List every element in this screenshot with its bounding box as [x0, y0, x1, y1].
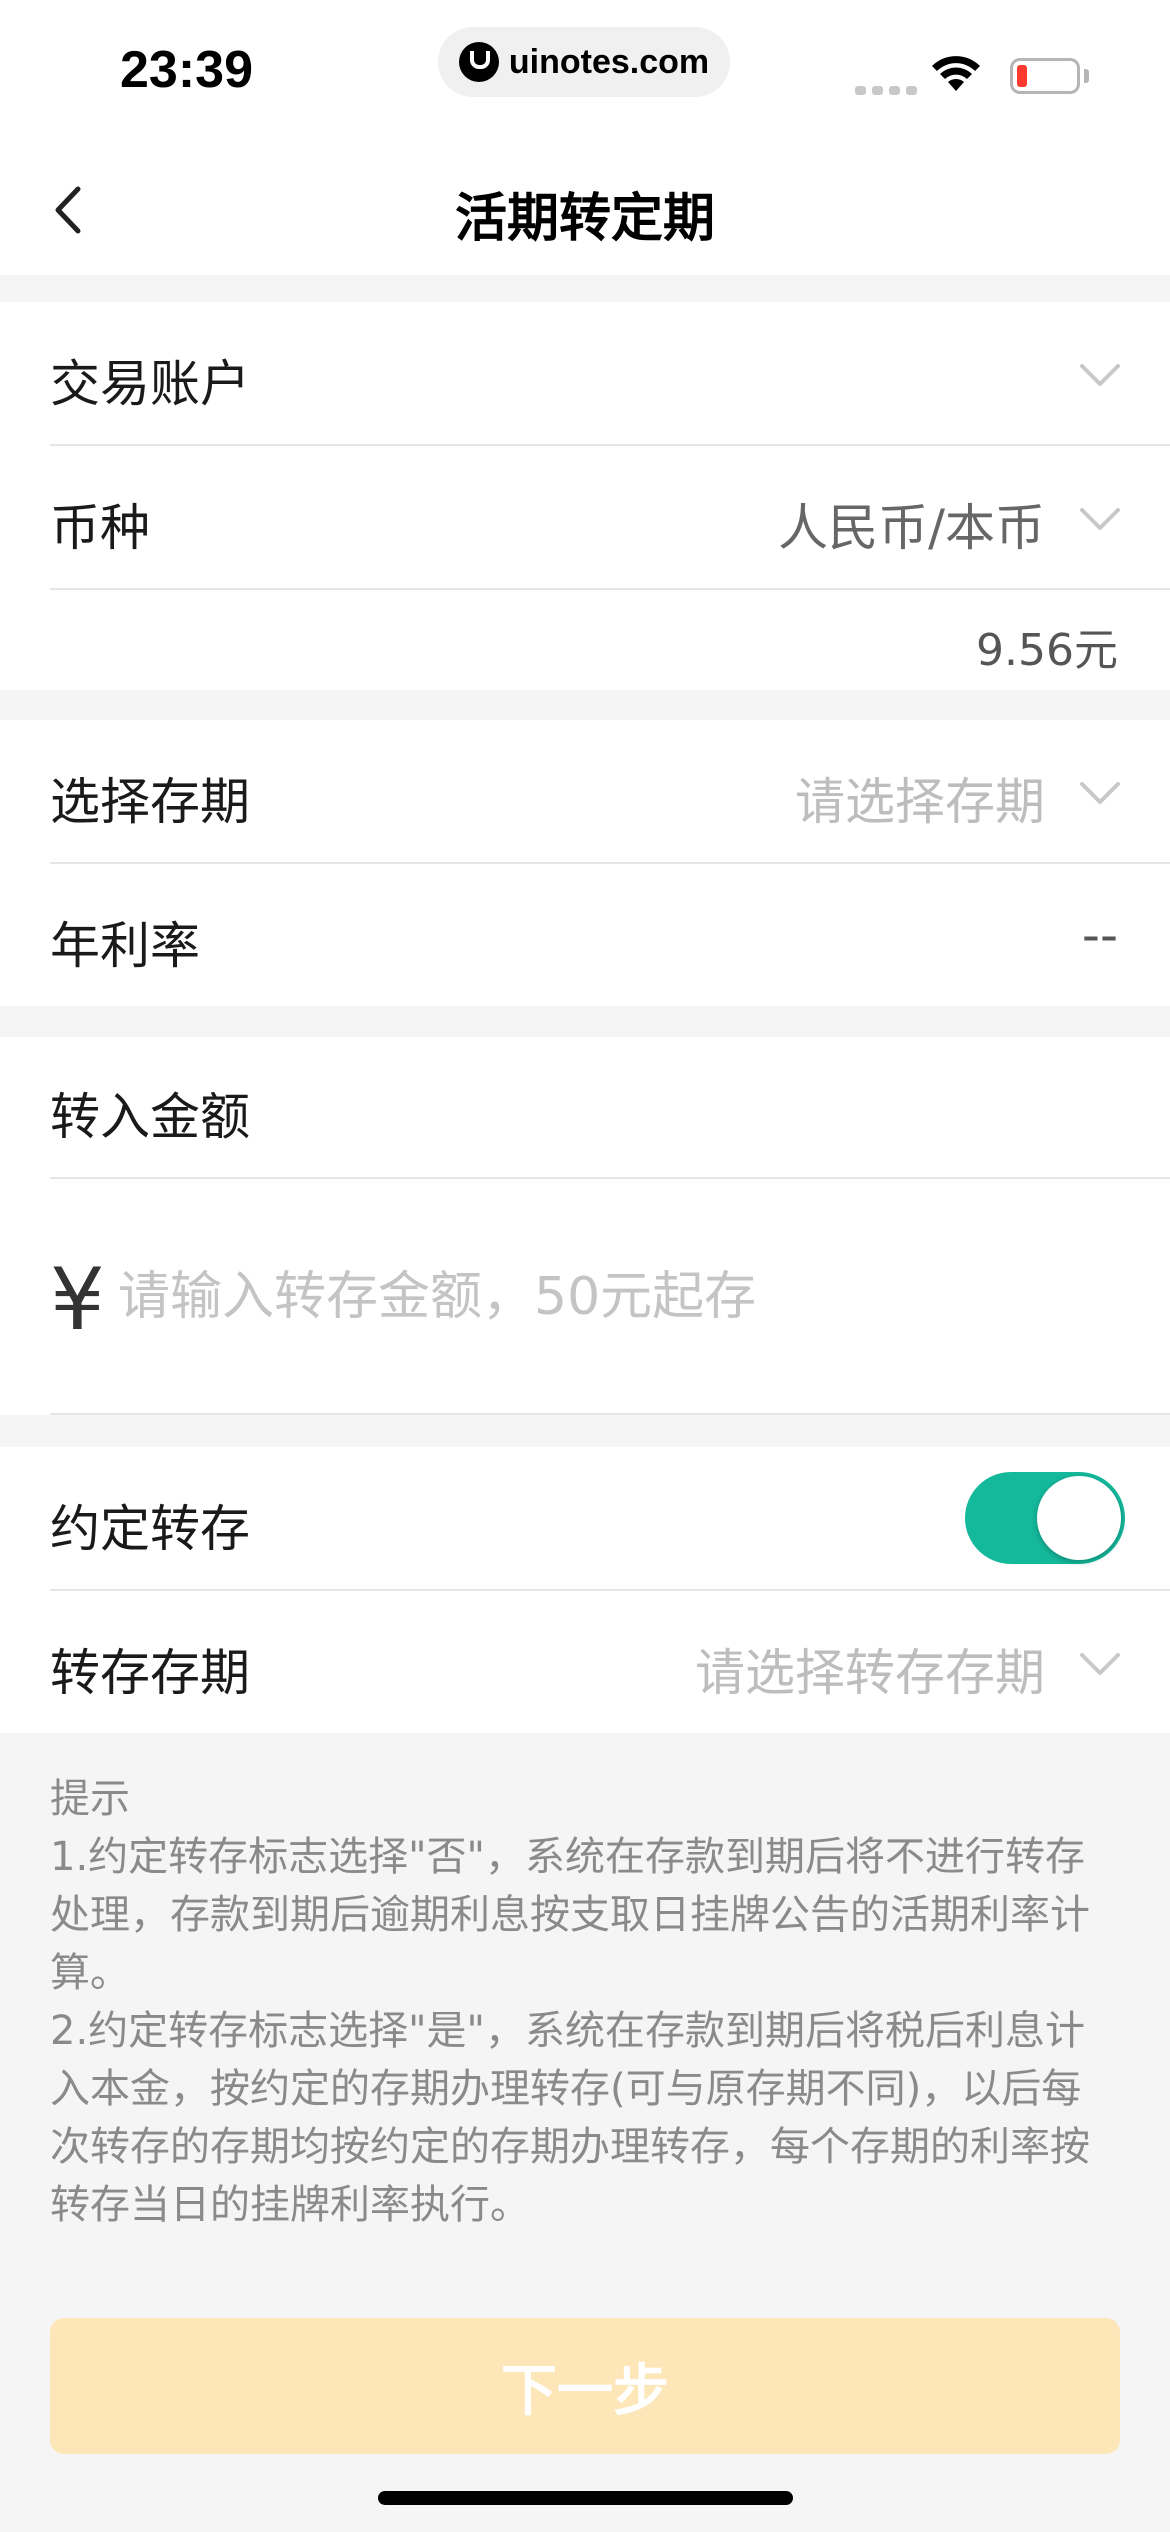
next-step-button[interactable]: 下一步 [50, 2318, 1120, 2454]
account-label: 交易账户 [50, 355, 250, 413]
status-time: 23:39 [120, 41, 253, 99]
account-select-row[interactable]: 交易账户 [50, 302, 1170, 446]
home-indicator[interactable] [378, 2491, 793, 2505]
currency-value: 人民币/本币 [778, 499, 1045, 557]
term-select-row[interactable]: 选择存期 请选择存期 [50, 720, 1170, 864]
term-label: 选择存期 [50, 773, 250, 831]
currency-label: 币种 [50, 499, 150, 557]
term-section: 选择存期 请选择存期 年利率 -- [0, 720, 1170, 1006]
battery-icon [1010, 58, 1080, 94]
amount-input[interactable] [118, 1262, 1018, 1332]
renew-term-label: 转存存期 [50, 1644, 250, 1702]
amount-label: 转入金额 [50, 1088, 250, 1146]
site-logo-icon [458, 42, 499, 82]
chevron-down-icon [1080, 508, 1120, 530]
account-section: 交易账户 币种 人民币/本币 9.56元 [0, 302, 1170, 690]
page-title: 活期转定期 [454, 189, 715, 249]
battery-cap [1084, 69, 1089, 83]
amount-label-row: 转入金额 [50, 1037, 1170, 1179]
auto-renew-label: 约定转存 [50, 1500, 250, 1558]
rate-row: 年利率 -- [50, 864, 1170, 1006]
chevron-down-icon [1080, 1653, 1120, 1675]
tips-title: 提示 [50, 1776, 130, 1822]
url-pill[interactable]: uinotes.com [438, 27, 730, 97]
auto-renew-toggle[interactable] [965, 1472, 1125, 1564]
term-placeholder: 请选择存期 [795, 773, 1045, 831]
cellular-signal-icon [855, 86, 917, 95]
available-balance: 9.56元 [976, 625, 1118, 676]
amount-section: 转入金额 [0, 1037, 1170, 1415]
tips-item-2: 2.约定转存标志选择"是"，系统在存款到期后将税后利息计入本金，按约定的存期办理… [50, 2008, 1090, 2228]
toggle-knob [1037, 1476, 1121, 1560]
renew-term-placeholder: 请选择转存存期 [695, 1644, 1045, 1702]
url-text: uinotes.com [508, 42, 710, 81]
renew-term-row[interactable]: 转存存期 请选择转存存期 [50, 1591, 1170, 1733]
wifi-icon [932, 56, 980, 91]
chevron-down-icon [1080, 364, 1120, 386]
currency-select-row[interactable]: 币种 人民币/本币 [50, 446, 1170, 590]
tips-block: 提示 1.约定转存标志选择"否"，系统在存款到期后将不进行转存处理，存款到期后逾… [50, 1770, 1120, 2234]
rate-value: -- [1081, 906, 1118, 964]
chevron-down-icon [1080, 782, 1120, 804]
nav-bar: 活期转定期 [0, 140, 1170, 275]
yen-symbol: ¥ [50, 1250, 105, 1350]
status-bar: 23:39 uinotes.com [0, 0, 1170, 140]
rate-label: 年利率 [50, 917, 200, 975]
tips-item-1: 1.约定转存标志选择"否"，系统在存款到期后将不进行转存处理，存款到期后逾期利息… [50, 1834, 1090, 1996]
